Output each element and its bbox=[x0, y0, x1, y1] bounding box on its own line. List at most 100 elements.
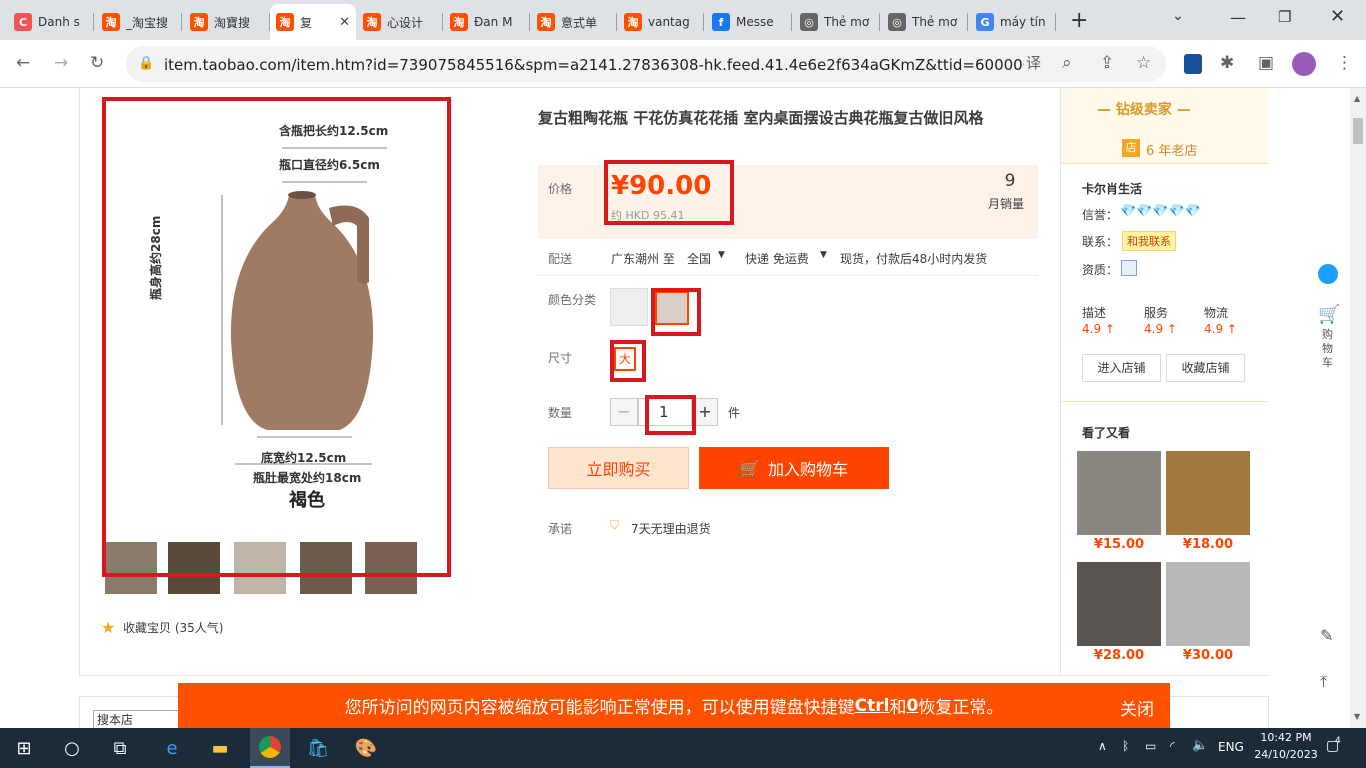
contact-seller-button[interactable]: 和我联系 bbox=[1122, 231, 1176, 251]
score-value-0: 4.9 ↑ bbox=[1082, 322, 1115, 336]
related-item-price[interactable]: ¥18.00 bbox=[1166, 537, 1250, 552]
lock-icon[interactable]: 🔒 bbox=[138, 55, 154, 73]
highlight-color-frame bbox=[651, 288, 701, 336]
windows-start-icon[interactable]: ⊞ bbox=[12, 736, 36, 760]
tab-favicon-icon: C bbox=[14, 13, 32, 31]
cart-icon: 🛒 bbox=[740, 458, 760, 478]
task-view-icon[interactable]: ⧉ bbox=[108, 736, 132, 760]
wifi-icon[interactable]: ◜ bbox=[1170, 739, 1175, 753]
qty-decrement-button[interactable]: − bbox=[610, 398, 638, 426]
restore-button[interactable]: ❐ bbox=[1278, 8, 1291, 26]
tab-search-chevron-icon[interactable]: ⌄ bbox=[1172, 8, 1184, 24]
forward-icon[interactable]: → bbox=[54, 54, 68, 72]
menu-kebab-icon[interactable]: ⋮ bbox=[1336, 54, 1353, 72]
language-indicator[interactable]: ENG bbox=[1218, 740, 1244, 754]
banner-text-b: 和 bbox=[889, 698, 907, 718]
browser-tab[interactable]: f Messe bbox=[706, 4, 792, 40]
tray-chevron-icon[interactable]: ∧ bbox=[1098, 739, 1107, 753]
favorite-star-icon[interactable]: ★ bbox=[101, 618, 115, 637]
tab-favicon-icon: ◎ bbox=[800, 13, 818, 31]
cart-icon[interactable]: 🛒 bbox=[1318, 304, 1340, 325]
banner-close-button[interactable]: 关闭 bbox=[1120, 695, 1154, 720]
search-icon[interactable]: ○ bbox=[60, 736, 84, 760]
back-icon[interactable]: ← bbox=[16, 54, 30, 72]
extensions-puzzle-icon[interactable]: ✱ bbox=[1220, 54, 1234, 72]
feedback-pencil-icon[interactable]: ✎ bbox=[1320, 626, 1333, 645]
browser-tab[interactable]: C Danh s bbox=[8, 4, 94, 40]
qty-label: 数量 bbox=[548, 406, 573, 420]
shop-name[interactable]: 卡尔肖生活 bbox=[1082, 180, 1142, 197]
scrollbar[interactable]: ▲ ▼ bbox=[1350, 88, 1366, 728]
buy-now-button[interactable]: 立即购买 bbox=[548, 447, 689, 489]
banner-key-zero: 0 bbox=[906, 695, 919, 716]
related-item-price[interactable]: ¥28.00 bbox=[1077, 648, 1161, 663]
shipping-option[interactable]: 快递 免运费 bbox=[745, 250, 809, 267]
minimize-button[interactable]: — bbox=[1230, 8, 1246, 27]
related-item-image[interactable] bbox=[1166, 562, 1250, 646]
related-item-image[interactable] bbox=[1077, 562, 1161, 646]
enter-shop-button[interactable]: 进入店铺 bbox=[1082, 354, 1161, 382]
reload-icon[interactable]: ↻ bbox=[90, 54, 104, 72]
shop-icon: 店 bbox=[1122, 139, 1140, 157]
browser-tab[interactable]: 淘 Đan M bbox=[444, 4, 530, 40]
shop-age: 6 年老店 bbox=[1146, 144, 1198, 159]
file-explorer-icon[interactable]: ▬ bbox=[208, 736, 232, 760]
related-item-image[interactable] bbox=[1166, 451, 1250, 535]
address-bar[interactable]: 🔒 item.taobao.com/item.htm?id=7390758455… bbox=[126, 46, 1166, 82]
score-label-2: 物流 bbox=[1204, 306, 1229, 320]
edge-icon[interactable]: e bbox=[160, 736, 184, 760]
extension-icon[interactable] bbox=[1184, 54, 1202, 74]
chat-icon[interactable] bbox=[1318, 264, 1338, 284]
related-title: 看了又看 bbox=[1082, 426, 1131, 440]
shop-level: — 钻级卖家 — bbox=[1097, 102, 1191, 118]
browser-tab[interactable]: Gmáy tín bbox=[970, 4, 1056, 40]
chevron-down-icon[interactable]: ▼ bbox=[820, 250, 827, 260]
back-to-top-icon[interactable]: ⤒ bbox=[1320, 672, 1327, 692]
battery-icon[interactable]: ▭ bbox=[1145, 739, 1156, 753]
browser-tab[interactable]: 淘意式单 bbox=[531, 4, 617, 40]
monthly-sales-count: 9 bbox=[1004, 171, 1016, 191]
color-option-white[interactable] bbox=[610, 288, 648, 326]
favorite-item-link[interactable]: 收藏宝贝 (35人气) bbox=[123, 619, 223, 636]
score-value-2: 4.9 ↑ bbox=[1204, 322, 1237, 336]
volume-icon[interactable]: 🔈 bbox=[1192, 738, 1208, 753]
paint-icon[interactable]: 🎨 bbox=[354, 736, 378, 760]
browser-tab[interactable]: 淘复 ✕ bbox=[270, 4, 356, 40]
banner-text-c: 恢复正常。 bbox=[918, 698, 1004, 718]
clock-time[interactable]: 10:42 PM bbox=[1256, 731, 1316, 744]
browser-tab[interactable]: ◎ Thẻ mơ bbox=[794, 4, 880, 40]
related-item-price[interactable]: ¥15.00 bbox=[1077, 537, 1161, 552]
browser-tab[interactable]: 淘 _淘宝搜 bbox=[96, 4, 182, 40]
close-window-button[interactable]: ✕ bbox=[1330, 6, 1345, 27]
cart-label[interactable]: 购物车 bbox=[1322, 328, 1334, 370]
browser-tab[interactable]: 淘 vantag bbox=[618, 4, 704, 40]
clock-date[interactable]: 24/10/2023 bbox=[1252, 748, 1320, 761]
share-icon[interactable]: ⇪ bbox=[1100, 54, 1114, 72]
chevron-down-icon[interactable]: ▼ bbox=[718, 250, 725, 260]
search-shop-input[interactable]: 搜本店 bbox=[93, 710, 183, 728]
side-panel-icon[interactable]: ▣ bbox=[1258, 54, 1274, 72]
add-to-cart-button[interactable]: 🛒 加入购物车 bbox=[699, 447, 889, 489]
store-icon[interactable]: 🛍 bbox=[306, 736, 330, 760]
favorite-shop-button[interactable]: 收藏店铺 bbox=[1166, 354, 1245, 382]
profile-avatar[interactable] bbox=[1292, 52, 1316, 76]
chrome-taskbar-item[interactable] bbox=[250, 728, 290, 768]
bookmark-star-icon[interactable]: ☆ bbox=[1136, 54, 1151, 72]
qty-unit: 件 bbox=[728, 406, 741, 420]
browser-tab[interactable]: 淘心设计 bbox=[357, 4, 443, 40]
related-item-price[interactable]: ¥30.00 bbox=[1166, 648, 1250, 663]
browser-tab[interactable]: ◎ Thẻ mơ bbox=[882, 4, 968, 40]
zoom-icon[interactable]: ⌕ bbox=[1062, 54, 1072, 72]
tab-close-icon[interactable]: ✕ bbox=[339, 15, 350, 30]
license-icon[interactable] bbox=[1121, 260, 1137, 276]
tab-title: Thẻ mơ bbox=[824, 15, 870, 29]
delivery-to[interactable]: 全国 bbox=[687, 250, 711, 267]
translate-icon[interactable]: 译 bbox=[1026, 54, 1041, 72]
bluetooth-icon[interactable]: ᛒ bbox=[1122, 739, 1129, 753]
highlight-size-frame bbox=[610, 340, 646, 382]
related-item-image[interactable] bbox=[1077, 451, 1161, 535]
url-text[interactable]: item.taobao.com/item.htm?id=739075845516… bbox=[164, 56, 1024, 74]
tab-favicon-icon: 淘 bbox=[276, 13, 294, 31]
new-tab-button[interactable]: + bbox=[1070, 8, 1088, 33]
browser-tab[interactable]: 淘淘寶搜 bbox=[184, 4, 270, 40]
